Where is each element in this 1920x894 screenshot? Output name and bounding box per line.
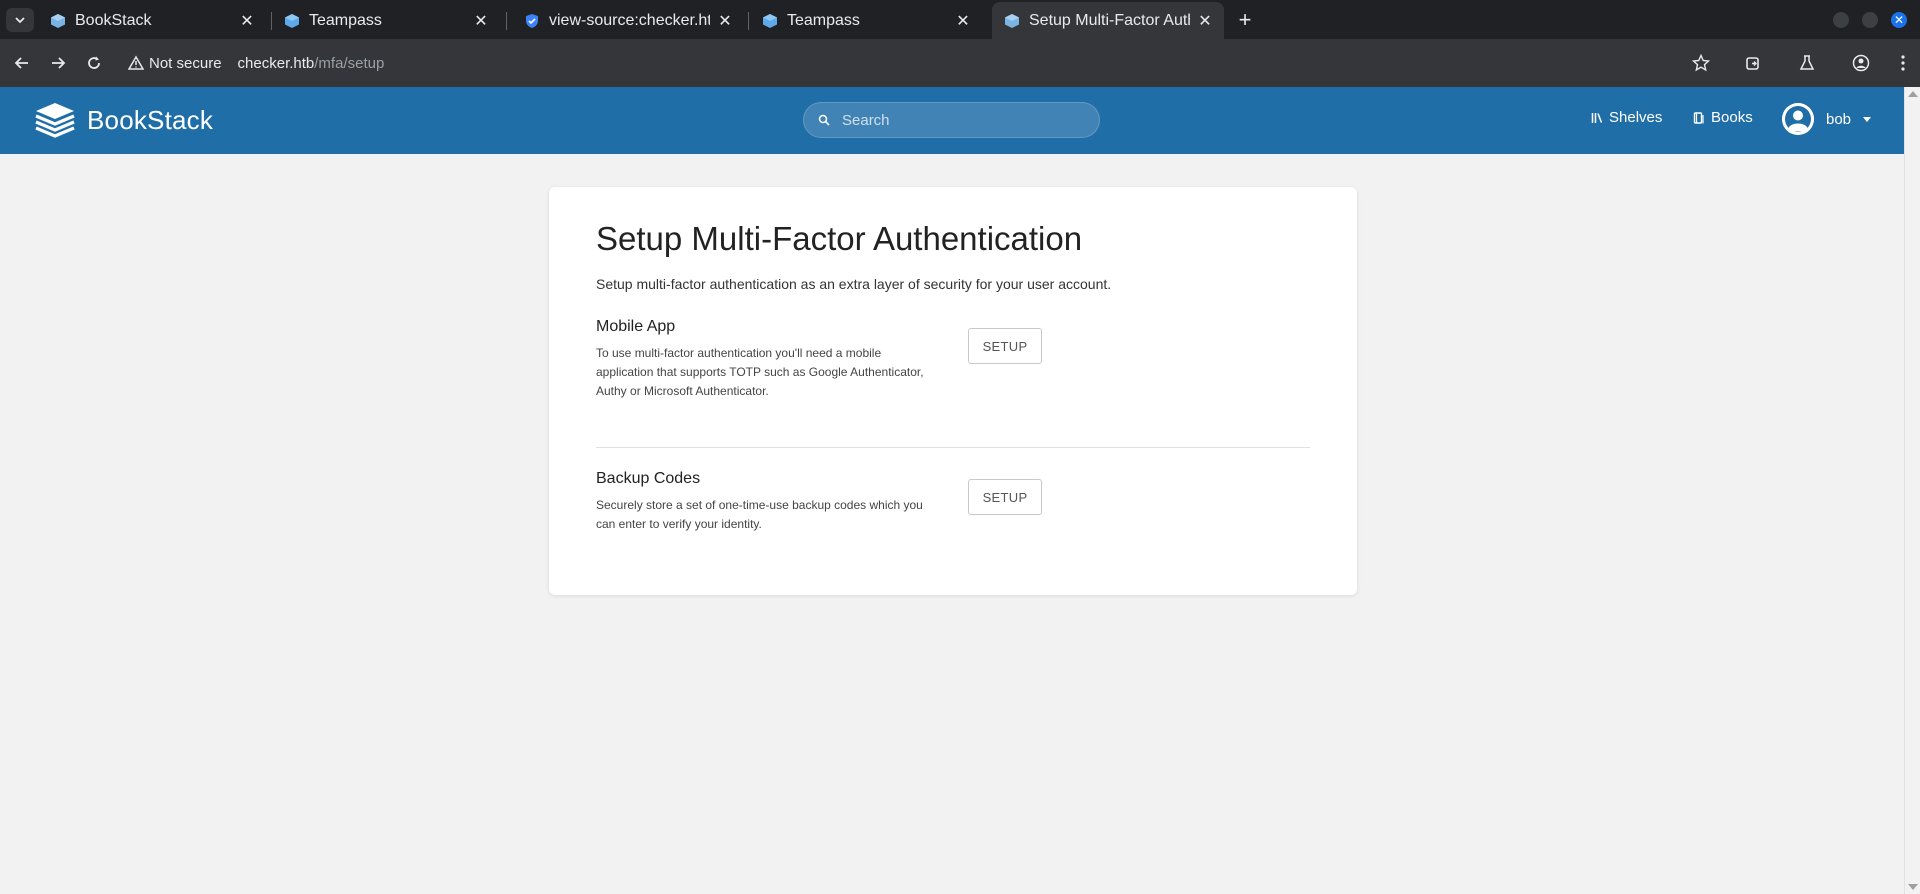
page-viewport: BookStack Shelves Books bob Setup Multi-… — [0, 87, 1904, 894]
close-icon[interactable]: ✕ — [238, 12, 256, 30]
books-label: Books — [1711, 109, 1753, 126]
browser-toolbar: Not secure checker.htb/mfa/setup — [0, 39, 1920, 87]
teampass-favicon-icon — [762, 13, 778, 29]
user-avatar-icon — [1782, 103, 1814, 135]
url-text[interactable]: checker.htb/mfa/setup — [238, 55, 385, 72]
browser-tab-view-source[interactable]: view-source:checker.htb ✕ — [512, 2, 744, 39]
page-title: Setup Multi-Factor Authentication — [596, 220, 1083, 257]
security-indicator[interactable]: Not secure — [118, 55, 230, 72]
arrow-left-icon — [14, 57, 28, 69]
avatar — [1782, 103, 1814, 135]
user-name: bob — [1826, 110, 1852, 128]
forward-button[interactable] — [46, 51, 70, 75]
books-icon — [1693, 111, 1704, 124]
new-tab-button[interactable]: + — [1232, 7, 1258, 33]
shelves-label: Shelves — [1609, 109, 1663, 126]
tab-search-button[interactable] — [6, 8, 34, 32]
search-input[interactable] — [842, 111, 1072, 129]
reload-icon — [88, 56, 100, 69]
url-path: /mfa/setup — [314, 54, 385, 72]
close-icon[interactable]: ✕ — [954, 12, 972, 30]
mfa-setup-card: Setup Multi-Factor Authentication Setup … — [549, 187, 1357, 595]
app-name: BookStack — [87, 104, 214, 135]
window-close-button[interactable]: ✕ — [1891, 12, 1907, 28]
security-label: Not secure — [149, 54, 222, 72]
profile-icon — [1852, 54, 1870, 72]
browser-tab-bookstack[interactable]: BookStack ✕ — [38, 2, 266, 39]
tab-separator — [748, 12, 749, 30]
address-bar[interactable]: Not secure checker.htb/mfa/setup — [118, 45, 1618, 81]
setup-backup-codes-button[interactable]: SETUP — [968, 479, 1042, 515]
teampass-favicon-icon — [284, 13, 300, 29]
browser-tab-teampass-2[interactable]: Teampass ✕ — [750, 2, 982, 39]
scroll-up-arrow-icon[interactable] — [1908, 91, 1918, 97]
user-menu-toggle[interactable]: bob — [1782, 103, 1872, 135]
tab-title: Teampass — [787, 11, 860, 29]
arrow-right-icon — [52, 57, 66, 69]
bookmark-star-button[interactable] — [1690, 52, 1712, 74]
url-host: checker.htb — [237, 54, 315, 72]
chevron-down-icon — [15, 17, 25, 24]
tab-title: Teampass — [309, 11, 382, 29]
reload-button[interactable] — [82, 51, 106, 75]
browser-tab-mfa-setup[interactable]: Setup Multi-Factor Authe ✕ — [992, 2, 1224, 39]
method-title: Mobile App — [596, 318, 676, 335]
tab-title: BookStack — [75, 11, 152, 29]
search-icon — [818, 114, 830, 126]
scroll-down-arrow-icon[interactable] — [1908, 884, 1918, 890]
shelves-icon — [1591, 112, 1603, 123]
shelves-link[interactable]: Shelves — [1591, 109, 1662, 126]
flask-icon — [1799, 55, 1815, 70]
extensions-button[interactable] — [1742, 52, 1764, 74]
books-link[interactable]: Books — [1693, 109, 1753, 126]
browser-tab-teampass-1[interactable]: Teampass ✕ — [272, 2, 500, 39]
search-box[interactable] — [803, 102, 1100, 138]
browser-menu-button[interactable] — [1892, 52, 1914, 74]
close-icon: ✕ — [1893, 13, 1905, 27]
close-icon[interactable]: ✕ — [716, 12, 734, 30]
tab-title: Setup Multi-Factor Authe — [1029, 11, 1190, 29]
maximize-button[interactable] — [1862, 12, 1878, 28]
browser-tabstrip: BookStack ✕ Teampass ✕ view-source:check… — [0, 0, 1920, 39]
tab-separator — [506, 12, 507, 30]
labs-button[interactable] — [1796, 52, 1818, 74]
star-icon — [1692, 54, 1710, 72]
site-header: BookStack Shelves Books bob — [0, 87, 1904, 154]
close-icon[interactable]: ✕ — [1196, 12, 1214, 30]
caret-down-icon — [1863, 116, 1872, 122]
close-icon[interactable]: ✕ — [472, 12, 490, 30]
mfa-method-backup-codes: Backup Codes Securely store a set of one… — [596, 470, 1310, 534]
shield-favicon-icon — [524, 13, 540, 29]
divider — [596, 447, 1310, 448]
method-description: To use multi-factor authentication you'l… — [596, 346, 924, 398]
kebab-menu-icon — [1901, 55, 1905, 71]
bookstack-logo-icon — [35, 103, 75, 138]
warning-icon — [128, 55, 144, 70]
bookstack-favicon-icon — [50, 13, 66, 29]
profile-button[interactable] — [1850, 52, 1872, 74]
bookstack-favicon-icon — [1004, 13, 1020, 29]
minimize-button[interactable] — [1833, 12, 1849, 28]
site-logo-link[interactable]: BookStack — [34, 101, 213, 139]
plus-icon: + — [1238, 7, 1252, 32]
back-button[interactable] — [10, 51, 34, 75]
page-scrollbar[interactable] — [1904, 87, 1920, 894]
puzzle-icon — [1746, 57, 1759, 70]
tab-title: view-source:checker.htb — [549, 11, 710, 29]
setup-mobile-app-button[interactable]: SETUP — [968, 328, 1042, 364]
page-intro: Setup multi-factor authentication as an … — [596, 276, 1112, 292]
method-title: Backup Codes — [596, 470, 701, 487]
method-description: Securely store a set of one-time-use bac… — [596, 498, 923, 531]
mfa-method-mobile-app: Mobile App To use multi-factor authentic… — [596, 318, 1310, 401]
